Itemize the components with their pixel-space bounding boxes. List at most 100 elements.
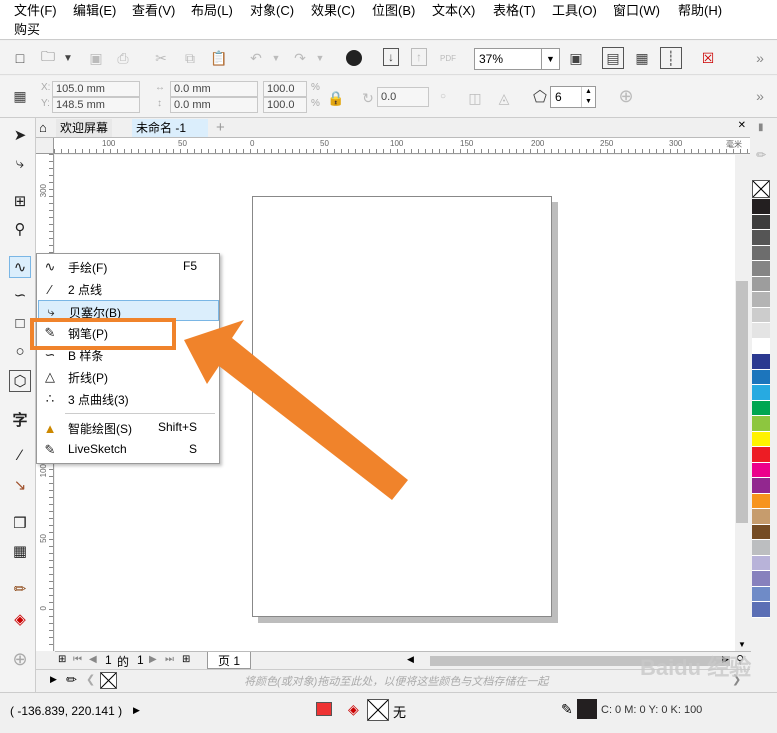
vertical-scrollbar[interactable]: ▼ — [735, 155, 750, 651]
rotation-icon[interactable]: ↻ — [358, 88, 378, 108]
redo-dropdown-icon[interactable]: ▼ — [310, 48, 330, 68]
color-swatch[interactable] — [752, 276, 770, 292]
stepper-up-icon[interactable]: ▲ — [581, 87, 595, 97]
search-content-icon[interactable] — [344, 48, 364, 68]
dropdown-arrow-icon[interactable]: ▼ — [58, 48, 78, 68]
connector-tool-icon[interactable]: ↘ — [9, 474, 31, 496]
add-tab-button[interactable]: + — [212, 119, 229, 137]
width-field[interactable]: 0.0 mm — [170, 81, 258, 97]
add-page-icon[interactable]: ⊞ — [182, 654, 190, 665]
color-swatch[interactable] — [752, 307, 770, 323]
prev-page-icon[interactable]: ◀ — [89, 654, 97, 665]
transparency-tool-icon[interactable]: ▦ — [9, 540, 31, 562]
mirror-horizontal-icon[interactable]: ◫ — [465, 88, 485, 108]
stepper-down-icon[interactable]: ▼ — [581, 97, 595, 107]
menu-effects[interactable]: 效果(C) — [311, 2, 355, 20]
color-swatch[interactable] — [752, 602, 770, 618]
show-rulers-icon[interactable]: ▤ — [602, 47, 624, 69]
mirror-vertical-icon[interactable]: ◬ — [494, 88, 514, 108]
color-swatch[interactable] — [752, 493, 770, 509]
import-icon[interactable]: ↓ — [383, 48, 399, 66]
color-swatch[interactable] — [752, 354, 770, 370]
outline-pen-icon[interactable]: ✎ — [561, 701, 573, 718]
color-swatch[interactable] — [752, 338, 770, 354]
interactive-fill-tool-icon[interactable]: ◈ — [9, 608, 31, 630]
eyedropper-tool-icon[interactable]: ✏ — [9, 578, 31, 600]
artistic-media-tool-icon[interactable]: ∽ — [9, 284, 31, 306]
open-folder-icon[interactable]: 🗀 — [38, 48, 58, 68]
home-icon[interactable]: ⌂ — [39, 120, 47, 135]
color-swatch[interactable] — [752, 400, 770, 416]
color-swatch[interactable] — [752, 416, 770, 432]
color-swatch[interactable] — [752, 292, 770, 308]
polygon-sides-stepper[interactable]: 6 ▲ ▼ — [550, 86, 596, 108]
copy-icon[interactable]: ⧉ — [180, 48, 200, 68]
flyout-item-livesketch[interactable]: ✎ LiveSketch S — [38, 439, 219, 460]
ellipse-tool-icon[interactable]: ○ — [9, 340, 31, 362]
overflow-chevron-icon[interactable]: » — [750, 48, 770, 68]
color-swatch[interactable] — [752, 478, 770, 494]
color-swatch[interactable] — [752, 524, 770, 540]
scroll-left-icon[interactable]: ◀ — [407, 654, 414, 665]
zoom-tool-icon[interactable]: ⚲ — [9, 218, 31, 240]
doc-palette-eyedropper-icon[interactable]: ✏ — [66, 672, 77, 688]
color-swatch[interactable] — [752, 230, 770, 246]
close-tab-icon[interactable]: ✕ — [738, 120, 746, 131]
undo-icon[interactable]: ↶ — [246, 48, 266, 68]
color-swatch[interactable] — [752, 555, 770, 571]
scale-x-field[interactable]: 100.0 — [263, 81, 307, 97]
vertical-scrollbar-thumb[interactable] — [736, 281, 748, 523]
doc-palette-arrow-icon[interactable]: ▶ — [50, 674, 57, 685]
overflow-chevron-icon[interactable]: » — [750, 86, 770, 106]
color-swatch[interactable] — [752, 540, 770, 556]
color-proof-icon[interactable] — [316, 702, 332, 716]
add-preset-icon[interactable]: ⊕ — [616, 86, 636, 106]
color-swatch[interactable] — [752, 571, 770, 587]
publish-pdf-icon[interactable]: PDF — [438, 48, 458, 68]
add-tool-icon[interactable]: ⊕ — [9, 648, 31, 670]
first-page-icon[interactable]: ⏮ — [73, 654, 82, 665]
lock-ratio-icon[interactable]: 🔒 — [326, 88, 346, 108]
menu-table[interactable]: 表格(T) — [493, 2, 536, 20]
menu-edit[interactable]: 编辑(E) — [73, 2, 116, 20]
color-swatch[interactable] — [752, 447, 770, 463]
color-swatch[interactable] — [752, 369, 770, 385]
status-arrow-icon[interactable]: ▶ — [133, 705, 140, 716]
color-swatch[interactable] — [752, 431, 770, 447]
height-field[interactable]: 0.0 mm — [170, 97, 258, 113]
undo-dropdown-icon[interactable]: ▼ — [266, 48, 286, 68]
save-icon[interactable]: ▣ — [86, 48, 106, 68]
crop-tool-icon[interactable]: ⊞ — [9, 190, 31, 212]
show-grid-icon[interactable]: ▦ — [632, 48, 652, 68]
menu-view[interactable]: 查看(V) — [132, 2, 175, 20]
rectangle-tool-icon[interactable]: □ — [9, 312, 31, 334]
color-swatch[interactable] — [752, 245, 770, 261]
page-options-icon[interactable]: ⊞ — [58, 654, 66, 665]
scroll-down-icon[interactable]: ▼ — [738, 640, 746, 649]
zoom-level-select[interactable]: 37% ▼ — [474, 48, 560, 70]
color-swatch[interactable] — [752, 586, 770, 602]
menu-file[interactable]: 文件(F) — [14, 2, 57, 20]
next-page-icon[interactable]: ▶ — [149, 654, 157, 665]
flyout-item-3-point-curve[interactable]: ∴ 3 点曲线(3) — [38, 388, 219, 409]
flyout-item-2-point-line[interactable]: ∕ 2 点线 — [38, 278, 219, 299]
color-swatch[interactable] — [752, 462, 770, 478]
new-document-icon[interactable]: □ — [10, 48, 30, 68]
export-icon[interactable]: ↑ — [411, 48, 427, 66]
paste-icon[interactable]: 📋 — [209, 48, 229, 68]
text-tool-icon[interactable]: 字 — [9, 408, 31, 430]
menu-help[interactable]: 帮助(H) — [678, 2, 722, 20]
object-origin-icon[interactable]: ▦ — [10, 86, 30, 106]
shape-tool-icon[interactable]: ⤷ — [9, 152, 31, 174]
menu-buy[interactable]: 购买 — [14, 21, 40, 39]
y-position-field[interactable]: 148.5 mm — [52, 97, 140, 113]
print-icon[interactable]: ⎙ — [113, 48, 133, 68]
color-swatch[interactable] — [752, 385, 770, 401]
document-page[interactable] — [252, 196, 552, 617]
polygon-tool-icon[interactable]: ⬡ — [9, 370, 31, 392]
flyout-item-polyline[interactable]: △ 折线(P) — [38, 366, 219, 387]
menu-object[interactable]: 对象(C) — [250, 2, 294, 20]
redo-icon[interactable]: ↷ — [290, 48, 310, 68]
full-screen-icon[interactable]: ▣ — [566, 48, 586, 68]
parallel-dimension-tool-icon[interactable]: ∕ — [9, 444, 31, 466]
